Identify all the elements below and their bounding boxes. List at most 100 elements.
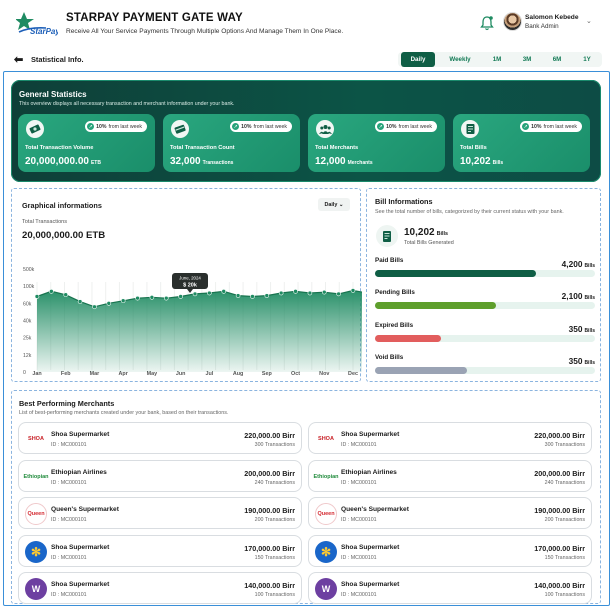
bill-progress-fill [375, 302, 496, 309]
walmart-logo: ✻ [25, 540, 47, 563]
filter-3m[interactable]: 3M [515, 52, 539, 67]
merchant-name: Shoa Supermarket [341, 543, 400, 551]
bill-row-value: 350 Bills [568, 324, 595, 334]
merchant-amount: 170,000.00 Birr [244, 543, 295, 553]
merchants-subtitle: List of best-performing merchants create… [19, 410, 229, 416]
bill-progress-fill [375, 335, 441, 342]
bill-progress-track [375, 335, 595, 342]
chart-point [235, 293, 241, 298]
purple-logo: W [25, 578, 47, 600]
y-tick-label: 25k [23, 336, 32, 342]
app-header: StarPay STARPAY PAYMENT GATE WAY Receive… [0, 0, 613, 47]
chart-point [178, 294, 183, 299]
merchant-amount: 190,000.00 Birr [244, 506, 295, 515]
merchant-amount: 140,000.00 Birr [534, 581, 585, 590]
merchant-name: Shoa Supermarket [341, 431, 400, 438]
merchant-name: Ethiopian Airlines [341, 468, 397, 476]
merchant-name: Queen's Supermarket [341, 506, 409, 513]
merchant-id: ID : MC000101 [341, 442, 377, 448]
merchant-id: ID : MC000101 [51, 592, 87, 598]
merchant-card[interactable]: SHOA Shoa Supermarket ID : MC000101 220,000… [18, 422, 302, 454]
filter-weekly[interactable]: Weekly [441, 52, 479, 67]
merchant-transactions: 100 Transactions [254, 592, 295, 598]
trend-up-icon: ↗ [87, 123, 95, 130]
y-tick-label: 100k [23, 284, 35, 290]
merchant-card[interactable]: SHOA Shoa Supermarket ID : MC000101 220,000… [308, 422, 592, 454]
bill-icon [461, 120, 479, 138]
stat-card-count: ↗ 10% from last week Total Transaction Cou… [163, 114, 300, 172]
purple-logo: W [315, 578, 337, 600]
queens-logo: Queen [315, 503, 337, 525]
change-badge: ↗ 10% from last week [520, 121, 582, 132]
chart-point [278, 290, 284, 296]
bill-progress-track [375, 270, 595, 277]
chart-point [336, 291, 341, 297]
chart-point [163, 295, 169, 301]
chart-point [264, 293, 270, 298]
merchant-amount: 170,000.00 Birr [534, 543, 585, 553]
merchant-card[interactable]: Ethiopian Ethiopian Airlines ID : MC000101… [18, 459, 302, 492]
merchant-transactions: 150 Transactions [544, 554, 585, 561]
chart-point [321, 289, 327, 295]
merchant-transactions: 240 Transactions [254, 479, 295, 486]
merchant-amount: 200,000.00 Birr [244, 468, 295, 478]
merchant-card[interactable]: Queen Queen's Supermarket ID : MC000101 190… [18, 497, 302, 529]
merchant-card[interactable]: Ethiopian Ethiopian Airlines ID : MC000101… [308, 459, 592, 492]
merchant-id: ID : MC000101 [51, 442, 87, 448]
y-tick-label: 0 [23, 370, 26, 376]
merchant-card[interactable]: W Shoa Supermarket ID : MC000101 140,000.00… [308, 572, 592, 604]
trend-up-icon: ↗ [232, 123, 240, 130]
merchant-card[interactable]: ✻ Shoa Supermarket ID : MC000101 170,000.00… [18, 534, 302, 567]
avatar[interactable] [503, 12, 522, 31]
change-badge: ↗ 10% from last week [230, 121, 292, 132]
merchant-amount: 220,000.00 Birr [244, 431, 295, 440]
filter-1y[interactable]: 1Y [575, 52, 599, 67]
bills-total-label: Total Bills Generated [404, 240, 454, 246]
trend-up-icon: ↗ [377, 123, 385, 130]
merchant-card[interactable]: W Shoa Supermarket ID : MC000101 140,000.00… [18, 572, 302, 604]
chart-point [207, 290, 212, 296]
merchant-name: Shoa Supermarket [51, 431, 110, 438]
period-filter-group: Daily Weekly 1M 3M 6M 1Y [398, 52, 602, 67]
merchant-id: ID : MC000101 [51, 517, 87, 523]
merchants-title: Best Performing Merchants [19, 399, 115, 408]
stat-card-label: Total Merchants [315, 145, 359, 151]
stat-card-label: Total Bills [460, 145, 487, 151]
filter-6m[interactable]: 6M [545, 52, 569, 67]
bill-row-void: Void Bills 350 Bills [375, 354, 595, 384]
y-tick-label: 40k [23, 319, 32, 325]
bill-row-label: Pending Bills [375, 289, 415, 296]
bill-progress-track [375, 302, 595, 309]
merchant-card[interactable]: ✻ Shoa Supermarket ID : MC000101 170,000.00… [308, 534, 592, 567]
best-merchants-panel: Best Performing Merchants List of best-p… [11, 390, 601, 604]
stat-card-volume: ↗ 10% from last week Total Transaction Vol… [18, 114, 155, 172]
stat-card-value: 10,202 Bills [460, 156, 504, 167]
tooltip-value: $ 20k [183, 283, 198, 289]
merchant-transactions: 200 Transactions [544, 517, 585, 523]
change-badge: ↗ 10% from last week [85, 121, 147, 132]
filter-1m[interactable]: 1M [485, 52, 509, 67]
y-tick-label: 60k [23, 301, 32, 307]
merchant-card[interactable]: Queen Queen's Supermarket ID : MC000101 190… [308, 497, 592, 529]
bill-row-value: 350 Bills [568, 356, 595, 366]
chevron-down-icon[interactable]: ⌄ [586, 17, 592, 25]
queens-logo: Queen [25, 503, 47, 525]
chart-point [49, 289, 54, 294]
chart-point [221, 289, 227, 294]
merchant-amount: 220,000.00 Birr [534, 431, 585, 440]
bills-total: 10,202 Bills [404, 227, 448, 238]
stat-card-label: Total Transaction Count [170, 145, 235, 151]
back-arrow-icon[interactable]: ⬅ [14, 53, 23, 66]
stat-card-bills: ↗ 10% from last week Total Bills 10,202 Bil… [453, 114, 590, 172]
bill-icon [376, 225, 398, 247]
chart-point [149, 295, 155, 300]
starpay-logo-icon: StarPay [16, 12, 58, 36]
filter-daily[interactable]: Daily [401, 52, 435, 67]
bell-icon[interactable] [480, 15, 494, 31]
merchant-id: ID : MC000101 [341, 517, 377, 523]
bills-title: Bill Informations [375, 197, 433, 206]
graphical-informations-panel: Graphical informations Daily ⌄ Total Tra… [11, 188, 362, 382]
merchant-name: Shoa Supermarket [51, 581, 110, 588]
chart-point [192, 291, 198, 297]
walmart-logo: ✻ [315, 540, 337, 563]
